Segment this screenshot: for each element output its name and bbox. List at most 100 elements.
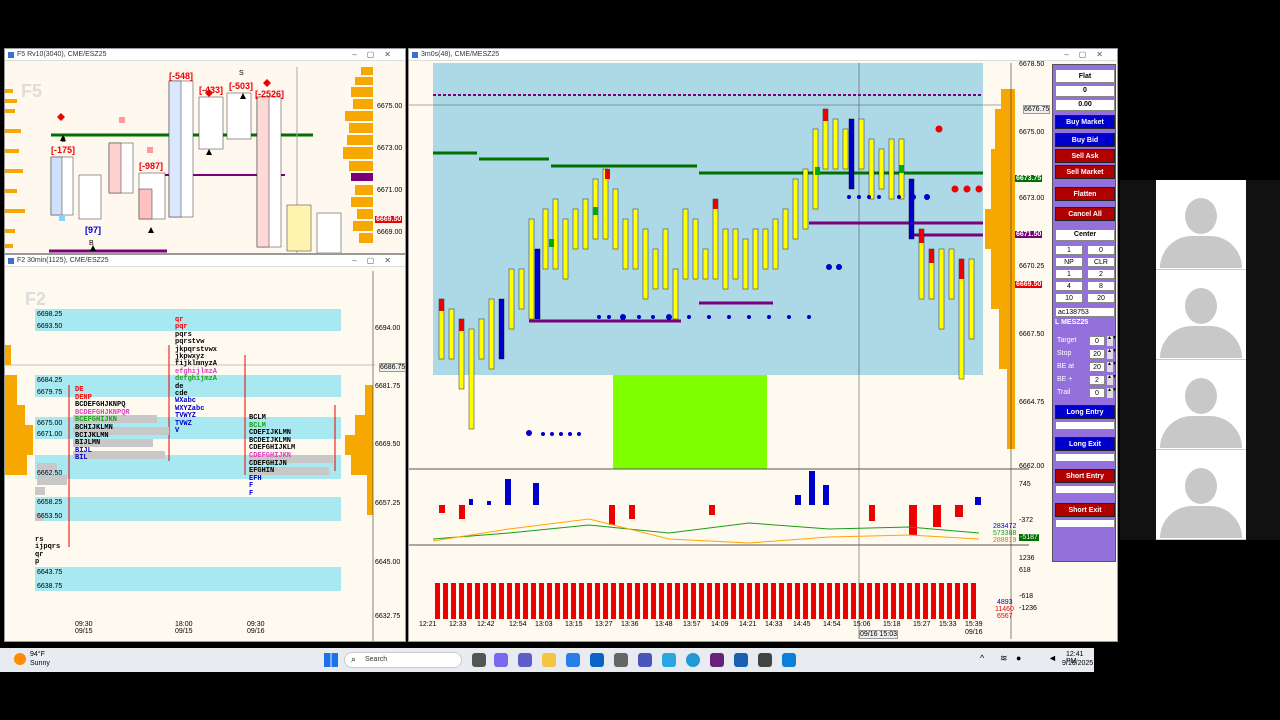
store-icon[interactable] (566, 653, 580, 667)
participant-avatar[interactable] (1156, 270, 1246, 360)
tray-chevron-icon[interactable]: ^ (980, 653, 984, 663)
photos-icon[interactable] (662, 653, 676, 667)
short-exit-button[interactable]: Short Exit (1055, 503, 1115, 517)
task-view-icon[interactable] (472, 653, 486, 667)
start-icon[interactable] (324, 653, 338, 667)
long-exit-select[interactable] (1055, 453, 1115, 462)
price-tick: 6671.00 (377, 187, 403, 194)
chart-app-icon[interactable] (782, 653, 796, 667)
volume-icon[interactable]: ◄ (1048, 653, 1057, 663)
avatar-head-icon (1185, 288, 1217, 324)
weather-desc: Sunny (30, 660, 50, 667)
crosshair-time-tag: 09/16 15:03 (859, 630, 898, 639)
visual-studio-icon[interactable] (710, 653, 724, 667)
cancel-all-button[interactable]: Cancel All (1055, 207, 1115, 221)
breakeven-at-input[interactable]: 20 (1089, 362, 1105, 372)
copilot-icon[interactable] (494, 653, 508, 667)
flatten-button[interactable]: Flatten (1055, 187, 1115, 201)
price-tick: 6686.75 (379, 363, 406, 372)
spin-arrows-icon[interactable]: ▲▼ (1107, 349, 1117, 359)
avatar-body-icon (1160, 506, 1242, 538)
weather-temp[interactable]: 94°F (30, 651, 45, 658)
level-label: 6662.50 (37, 470, 63, 477)
file-explorer-icon[interactable] (542, 653, 556, 667)
qty-10-button[interactable]: 10 (1055, 293, 1083, 303)
qty-8-button[interactable]: 8 (1087, 281, 1115, 291)
short-entry-button[interactable]: Short Entry (1055, 469, 1115, 483)
f5-chart-window[interactable]: F5 Rv10(3040), CME/ESZ25 –▢✕ F5 S S B [-… (4, 48, 406, 254)
delta-label: [-175] (51, 145, 76, 155)
edge-icon[interactable] (686, 653, 700, 667)
bracket-field-row: Target 0 ▲▼ (1055, 335, 1117, 347)
participant-avatar[interactable] (1156, 450, 1246, 540)
bracket-field-row: BE + 2 ▲▼ (1055, 374, 1117, 386)
account-select[interactable]: ac138753 (1055, 307, 1115, 317)
mic-icon[interactable]: ● (1016, 653, 1021, 663)
breakeven-plus-input[interactable]: 2 (1089, 375, 1105, 385)
delta-value: 283472 (993, 523, 1017, 530)
bracket-field-row: BE at 20 ▲▼ (1055, 361, 1117, 373)
wifi-icon[interactable]: ≋ (1000, 653, 1008, 664)
f2-chart-window[interactable]: F2 30min(1125), CME/ESZ25 –▢✕ F2 6698.25… (4, 254, 406, 642)
qty-1-button[interactable]: 1 (1055, 269, 1083, 279)
date-tick: 09/15 (175, 628, 193, 635)
qty-20-button[interactable]: 20 (1087, 293, 1115, 303)
settings-icon[interactable] (614, 653, 628, 667)
long-entry-button[interactable]: Long Entry (1055, 405, 1115, 419)
tpo-profile-right: BCLM BCLM CDEFIJKLMN BCDEIJKLMN CDEFGHIJ… (249, 414, 295, 499)
qty-2-button[interactable]: 2 (1087, 269, 1115, 279)
date-tick: 09/16 (965, 629, 983, 636)
sell-ask-button[interactable]: Sell Ask (1055, 149, 1115, 163)
center-button[interactable]: Center (1055, 229, 1115, 241)
qty-cell[interactable]: 0 (1087, 245, 1115, 255)
qty-4-button[interactable]: 4 (1055, 281, 1083, 291)
avatar-head-icon (1185, 378, 1217, 414)
short-entry-select[interactable] (1055, 485, 1115, 494)
qty-input[interactable]: 1 (1055, 245, 1083, 255)
time-tick: 14:54 (823, 621, 841, 628)
clock-date[interactable]: 9/16/2025 (1062, 660, 1093, 667)
bracket-field-label: BE + (1057, 376, 1073, 383)
spin-arrows-icon[interactable]: ▲▼ (1107, 362, 1117, 372)
short-exit-select[interactable] (1055, 519, 1115, 528)
participant-avatar[interactable] (1156, 360, 1246, 450)
spin-arrows-icon[interactable]: ▲▼ (1107, 336, 1117, 346)
delta-label: [-503] (229, 81, 254, 91)
tpo-row: F (249, 489, 254, 498)
buy-bid-button[interactable]: Buy Bid (1055, 133, 1115, 147)
app-window-icon[interactable] (758, 653, 772, 667)
long-entry-select[interactable] (1055, 421, 1115, 430)
buy-market-button[interactable]: Buy Market (1055, 115, 1115, 129)
position-status: Flat (1055, 69, 1115, 83)
volume-value: 11460 (995, 606, 1014, 613)
participant-avatar[interactable] (1156, 180, 1246, 270)
target-input[interactable]: 0 (1089, 336, 1105, 346)
delta-label: [97] (85, 225, 102, 235)
main-chart-window[interactable]: 3m0s(48), CME/MESZ25 –▢✕ 6678.50 6676.75… (408, 48, 1118, 642)
time-tick: 13:15 (565, 621, 583, 628)
time-tick: 13:36 (621, 621, 639, 628)
outlook-icon[interactable] (590, 653, 604, 667)
time-tick: 13:57 (683, 621, 701, 628)
long-exit-button[interactable]: Long Exit (1055, 437, 1115, 451)
search-box[interactable]: ⌕ Search (344, 652, 462, 668)
spin-arrows-icon[interactable]: ▲▼ (1107, 375, 1117, 385)
spin-arrows-icon[interactable]: ▲▼ (1107, 388, 1117, 398)
teams-icon[interactable] (518, 653, 532, 667)
position-pnl: 0.00 (1055, 99, 1115, 111)
bracket-field-row: Stop 20 ▲▼ (1055, 348, 1117, 360)
date-tick: 09/15 (75, 628, 93, 635)
stop-input[interactable]: 20 (1089, 349, 1105, 359)
np-button[interactable]: NP (1055, 257, 1083, 267)
sell-market-button[interactable]: Sell Market (1055, 165, 1115, 179)
time-tick: 12:42 (477, 621, 495, 628)
weather-icon[interactable] (14, 653, 26, 665)
purple-level-tag: 6671.50 (1015, 231, 1043, 238)
level-label: 6684.25 (37, 377, 63, 384)
volume-value: 4893 (997, 599, 1013, 606)
trail-input[interactable]: 0 (1089, 388, 1105, 398)
teams-classic-icon[interactable] (638, 653, 652, 667)
price-tick: 6673.00 (377, 145, 403, 152)
clr-button[interactable]: CLR (1087, 257, 1115, 267)
trading-app-icon[interactable] (734, 653, 748, 667)
